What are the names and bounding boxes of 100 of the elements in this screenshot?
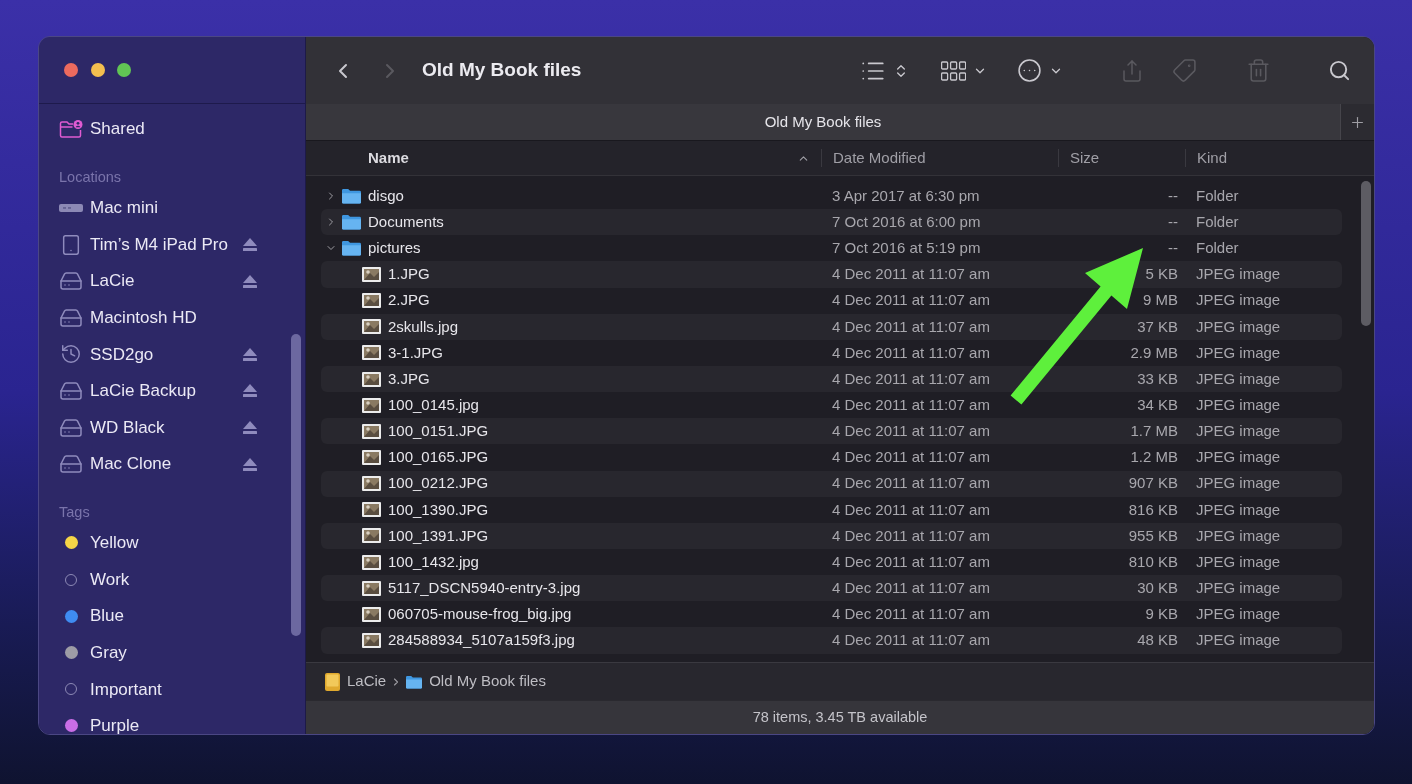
- sidebar-item[interactable]: Gray: [39, 642, 305, 663]
- file-name: 2.JPG: [388, 290, 430, 311]
- file-row[interactable]: 100_0212.JPG 4 Dec 2011 at 11:07 am 907 KB JPEG image: [321, 470, 1342, 497]
- file-row[interactable]: 100_1390.JPG 4 Dec 2011 at 11:07 am 816 KB JPEG image: [321, 496, 1342, 523]
- eject-icon[interactable]: [243, 421, 257, 435]
- file-kind: JPEG image: [1196, 343, 1281, 361]
- shared-folder-icon: [59, 120, 83, 138]
- file-size: --: [1168, 238, 1178, 259]
- file-name: disgo: [368, 185, 404, 206]
- sidebar-item[interactable]: Mac mini: [39, 198, 305, 218]
- modified-date: 4 Dec 2011 at 11:07 am: [832, 552, 990, 570]
- file-row[interactable]: 100_1432.jpg 4 Dec 2011 at 11:07 am 810 KB JPEG image: [321, 548, 1342, 576]
- folder-icon: [342, 214, 361, 231]
- sidebar-item[interactable]: SSD2go: [39, 344, 305, 365]
- clock-arrow-icon: [60, 343, 82, 366]
- file-row[interactable]: 100_0165.JPG 4 Dec 2011 at 11:07 am 1.2 MB JPEG image: [321, 444, 1342, 471]
- sidebar-item[interactable]: Shared: [39, 119, 305, 139]
- scrollbar-thumb[interactable]: [1361, 181, 1371, 326]
- eject-icon[interactable]: [243, 384, 257, 398]
- file-row[interactable]: 3.JPG 4 Dec 2011 at 11:07 am 33 KB JPEG image: [321, 366, 1342, 393]
- file-kind: JPEG image: [1196, 317, 1281, 335]
- file-row[interactable]: 060705-mouse-frog_big.jpg 4 Dec 2011 at 11:07 am 9 KB JPEG image: [321, 601, 1342, 628]
- sidebar-item[interactable]: Blue: [39, 606, 305, 627]
- drive-icon: [325, 672, 340, 691]
- folder-icon: [342, 188, 361, 205]
- eject-icon[interactable]: [243, 238, 257, 252]
- path-item[interactable]: LaCie: [325, 670, 387, 693]
- file-row[interactable]: 100_0151.JPG 4 Dec 2011 at 11:07 am 1.7 MB JPEG image: [321, 418, 1342, 445]
- file-row[interactable]: 100_1391.JPG 4 Dec 2011 at 11:07 am 955 KB JPEG image: [321, 522, 1342, 549]
- column-header[interactable]: Name: [306, 149, 821, 167]
- file-kind: JPEG image: [1196, 578, 1281, 596]
- photo-thumbnail-icon: [362, 554, 381, 570]
- file-name: 100_1390.JPG: [388, 499, 489, 520]
- sidebar-item[interactable]: LaCie Backup: [39, 380, 305, 401]
- eject-icon[interactable]: [243, 457, 257, 471]
- column-header[interactable]: Date Modified: [821, 149, 1058, 167]
- file-row[interactable]: disgo 3 Apr 2017 at 6:30 pm -- Folder: [321, 183, 1342, 210]
- modified-date: 4 Dec 2011 at 11:07 am: [832, 317, 990, 335]
- modified-date: 4 Dec 2011 at 11:07 am: [832, 422, 990, 440]
- file-row[interactable]: 5117_DSCN5940-entry-3.jpg 4 Dec 2011 at 11:07 am 30 KB JPEG image: [321, 575, 1342, 602]
- sidebar-item[interactable]: Mac Clone: [39, 454, 305, 475]
- eject-icon[interactable]: [243, 274, 257, 288]
- file-size: 33 KB: [1137, 368, 1178, 389]
- modified-date: 7 Oct 2016 at 5:19 pm: [832, 239, 981, 257]
- folder-icon: [406, 674, 423, 689]
- sidebar-item[interactable]: Important: [39, 679, 305, 700]
- modified-date: 4 Dec 2011 at 11:07 am: [832, 605, 990, 623]
- file-name: 5117_DSCN5940-entry-3.jpg: [388, 577, 581, 598]
- path-item[interactable]: Old My Book files: [406, 670, 546, 693]
- photo-thumbnail-icon: [362, 632, 381, 648]
- ellipsis-circle-icon: [1016, 58, 1042, 83]
- file-row[interactable]: pictures 7 Oct 2016 at 5:19 pm -- Folder: [321, 235, 1342, 262]
- file-size: 1.7 MB: [1130, 421, 1178, 442]
- photo-thumbnail-icon: [362, 606, 381, 622]
- file-kind: JPEG image: [1196, 395, 1281, 413]
- photo-thumbnail-icon: [362, 345, 381, 361]
- eject-icon[interactable]: [243, 347, 257, 361]
- file-row[interactable]: 3-1.JPG 4 Dec 2011 at 11:07 am 2.9 MB JPEG image: [321, 339, 1342, 366]
- file-row[interactable]: 284588934_5107a159f3.jpg 4 Dec 2011 at 11:07 am 48 KB JPEG image: [321, 627, 1342, 654]
- scrollbar-thumb[interactable]: [291, 334, 301, 636]
- file-name: 3-1.JPG: [388, 342, 444, 363]
- file-row[interactable]: 1.JPG 4 Dec 2011 at 11:07 am 5 KB JPEG image: [321, 261, 1342, 288]
- zoom-button[interactable]: [117, 63, 131, 77]
- file-row[interactable]: Documents 7 Oct 2016 at 6:00 pm -- Folder: [321, 209, 1342, 236]
- column-header[interactable]: Kind: [1185, 149, 1374, 167]
- file-row[interactable]: 100_0145.jpg 4 Dec 2011 at 11:07 am 34 KB JPEG image: [321, 392, 1342, 419]
- file-name: 1.JPG: [388, 264, 430, 285]
- photo-thumbnail-icon: [362, 267, 381, 282]
- file-row[interactable]: 2.JPG 4 Dec 2011 at 11:07 am 9 MB JPEG image: [321, 287, 1342, 314]
- sidebar-item[interactable]: Yellow: [39, 532, 305, 553]
- minimize-button[interactable]: [90, 63, 105, 77]
- modified-date: 3 Apr 2017 at 6:30 pm: [832, 186, 980, 204]
- file-size: 30 KB: [1137, 577, 1178, 598]
- sidebar-item[interactable]: LaCie: [39, 271, 305, 292]
- file-row[interactable]: 2skulls.jpg 4 Dec 2011 at 11:07 am 37 KB JPEG image: [321, 313, 1342, 340]
- photo-thumbnail-icon: [362, 528, 381, 544]
- sidebar-item[interactable]: WD Black: [39, 417, 305, 438]
- sidebar-item[interactable]: Macintosh HD: [39, 307, 305, 328]
- tablet-icon: [60, 233, 82, 256]
- file-size: 810 KB: [1128, 551, 1178, 572]
- file-name: 060705-mouse-frog_big.jpg: [388, 604, 572, 625]
- file-kind: JPEG image: [1196, 605, 1281, 623]
- file-size: 34 KB: [1137, 394, 1178, 415]
- sidebar-item[interactable]: Work: [39, 569, 305, 590]
- file-kind: JPEG image: [1196, 422, 1281, 440]
- sidebar-item[interactable]: Tim’s M4 iPad Pro: [39, 234, 305, 255]
- modified-date: 4 Dec 2011 at 11:07 am: [832, 526, 990, 544]
- file-kind: JPEG image: [1196, 631, 1281, 649]
- column-header[interactable]: Size: [1058, 149, 1185, 167]
- file-name: 284588934_5107a159f3.jpg: [388, 630, 575, 651]
- close-button[interactable]: [64, 63, 78, 77]
- file-size: 1.2 MB: [1130, 447, 1178, 468]
- modified-date: 4 Dec 2011 at 11:07 am: [832, 500, 990, 518]
- tab[interactable]: Old My Book files: [306, 104, 1340, 140]
- search-icon: [1327, 59, 1351, 82]
- modified-date: 4 Dec 2011 at 11:07 am: [832, 343, 990, 361]
- sidebar-item[interactable]: Purple: [39, 715, 305, 734]
- modified-date: 4 Dec 2011 at 11:07 am: [832, 578, 990, 596]
- photo-thumbnail-icon: [362, 502, 381, 518]
- mac-mini-icon: [59, 204, 83, 212]
